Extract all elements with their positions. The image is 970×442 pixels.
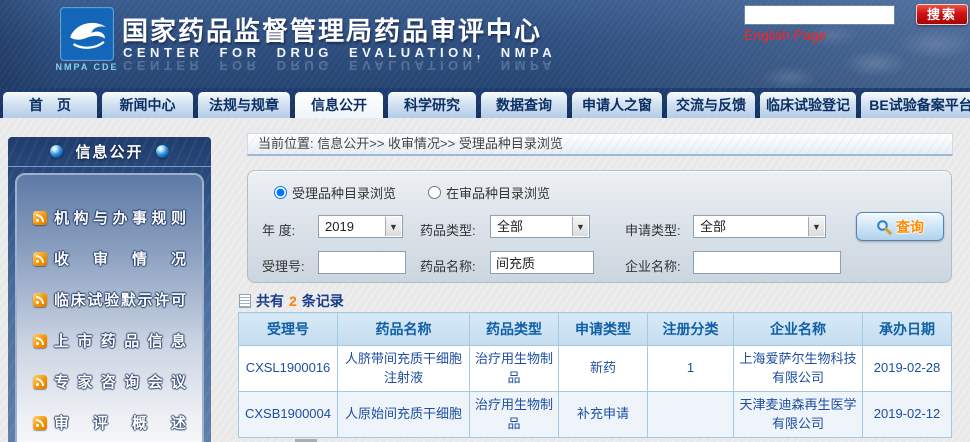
col-date: 承办日期 — [863, 313, 952, 346]
main-nav: 首 页 新闻中心 法规与规章 信息公开 科学研究 数据查询 申请人之窗 交流与反… — [0, 88, 970, 118]
table-cell: 上海爱萨尔生物科技有限公司 — [734, 346, 863, 392]
year-select[interactable]: 2019 ▼ — [318, 215, 403, 238]
rss-icon — [33, 293, 47, 307]
record-count-number: 2 — [289, 293, 297, 309]
company-name-input[interactable] — [693, 251, 841, 274]
col-acceptance-no: 受理号 — [239, 313, 338, 346]
company-name-label: 企业名称: — [625, 256, 681, 275]
swan-logo-icon — [60, 7, 114, 61]
table-cell: 2019-02-12 — [863, 392, 952, 438]
table-header-row: 受理号 药品名称 药品类型 申请类型 注册分类 企业名称 承办日期 — [239, 313, 952, 346]
sidebar-item-review-overview[interactable]: 审评概述 — [17, 402, 202, 442]
record-count-line: 共有 2 条记录 — [239, 291, 344, 311]
col-company: 企业名称 — [734, 313, 863, 346]
filter-row-inputs: 受理号: 药品名称: 企业名称: — [248, 251, 953, 279]
list-icon — [239, 294, 251, 308]
drug-name-label: 药品名称: — [420, 256, 476, 275]
col-apply-type: 申请类型 — [559, 313, 648, 346]
nmpa-cde-logo[interactable] — [60, 7, 114, 61]
radio-accepted-catalog[interactable]: 受理品种目录浏览 — [274, 183, 396, 202]
english-page-link[interactable]: English Page — [744, 27, 827, 43]
table-row: CXSB1900004 人原始间充质干细胞 治疗用生物制品 补充申请 天津麦迪森… — [239, 392, 952, 438]
tab-feedback[interactable]: 交流与反馈 — [667, 92, 755, 118]
table-cell — [648, 392, 734, 438]
col-drug-name: 药品名称 — [338, 313, 470, 346]
record-count-prefix: 共有 — [256, 291, 284, 311]
table-cell: 2019-02-28 — [863, 346, 952, 392]
catalog-mode-radios: 受理品种目录浏览 在审品种目录浏览 — [274, 183, 550, 202]
site-title-en: CENTER FOR DRUG EVALUATION, NMPA — [123, 45, 556, 60]
sidebar-title: 信息公开 — [75, 141, 143, 162]
table-cell: 天津麦迪森再生医学有限公司 — [734, 392, 863, 438]
radio-under-review-catalog-input[interactable] — [428, 186, 441, 199]
caret-down-icon: ▼ — [385, 217, 401, 236]
sidebar-item-marketed-drugs[interactable]: 上市药品信息 — [17, 320, 202, 361]
tab-science[interactable]: 科学研究 — [388, 92, 476, 118]
sidebar-item-expert-meetings[interactable]: 专家咨询会议 — [17, 361, 202, 402]
table-cell: CXSB1900004 — [239, 392, 338, 438]
site-title-en-reflection: CENTER FOR DRUG EVALUATION, NMPA — [123, 59, 556, 73]
magnifier-icon — [876, 219, 892, 235]
filter-panel: 受理品种目录浏览 在审品种目录浏览 年 度: 2019 ▼ 药品类型: 全部 ▼… — [247, 170, 952, 283]
search-input[interactable] — [744, 5, 895, 25]
site-header: NMPA CDE 国家药品监督管理局药品审评中心 CENTER FOR DRUG… — [0, 0, 970, 88]
col-drug-type: 药品类型 — [470, 313, 559, 346]
rss-icon — [33, 211, 47, 225]
radio-accepted-catalog-input[interactable] — [274, 186, 287, 199]
drug-type-select[interactable]: 全部 ▼ — [490, 215, 590, 238]
apply-type-label: 申请类型: — [625, 220, 681, 239]
sidebar-header: 信息公开 — [8, 137, 211, 167]
table-row: CXSL1900016 人脐带间充质干细胞注射液 治疗用生物制品 新药 1 上海… — [239, 346, 952, 392]
drug-type-label: 药品类型: — [420, 220, 476, 239]
apply-type-select[interactable]: 全部 ▼ — [693, 215, 826, 238]
rss-icon — [33, 416, 47, 430]
sidebar-item-acceptance-review[interactable]: 收审情况 — [17, 238, 202, 279]
radio-under-review-catalog[interactable]: 在审品种目录浏览 — [428, 183, 550, 202]
acceptance-no-input[interactable] — [318, 251, 406, 274]
table-cell: 治疗用生物制品 — [470, 392, 559, 438]
rss-icon — [33, 334, 47, 348]
table-cell: 治疗用生物制品 — [470, 346, 559, 392]
site-title-cn: 国家药品监督管理局药品审评中心 — [122, 11, 542, 48]
breadcrumb: 当前位置: 信息公开>> 收审情况>> 受理品种目录浏览 — [247, 133, 953, 156]
tab-applicant-window[interactable]: 申请人之窗 — [572, 92, 662, 118]
acceptance-no-label: 受理号: — [262, 256, 305, 275]
page: NMPA CDE 国家药品监督管理局药品审评中心 CENTER FOR DRUG… — [0, 0, 970, 442]
table-cell: 补充申请 — [559, 392, 648, 438]
tab-home[interactable]: 首 页 — [3, 92, 97, 118]
tab-data-query[interactable]: 数据查询 — [481, 92, 567, 118]
results-table: 受理号 药品名称 药品类型 申请类型 注册分类 企业名称 承办日期 CXSL19… — [238, 312, 952, 438]
filter-row-selects: 年 度: 2019 ▼ 药品类型: 全部 ▼ 申请类型: 全部 ▼ 查询 — [248, 215, 953, 243]
tab-info-disclosure[interactable]: 信息公开 — [295, 92, 383, 118]
sidebar-item-org-rules[interactable]: 机构与办事规则 — [17, 197, 202, 238]
col-reg-class: 注册分类 — [648, 313, 734, 346]
caret-down-icon: ▼ — [808, 217, 824, 236]
caret-down-icon: ▼ — [572, 217, 588, 236]
sphere-icon — [156, 145, 169, 158]
table-cell: 新药 — [559, 346, 648, 392]
record-count-suffix: 条记录 — [302, 291, 344, 311]
table-cell: 人原始间充质干细胞 — [338, 392, 470, 438]
year-label: 年 度: — [262, 220, 295, 239]
tab-news[interactable]: 新闻中心 — [102, 92, 193, 118]
tab-clinical-trial-registry[interactable]: 临床试验登记 — [760, 92, 856, 118]
sidebar-item-clinical-trial-license[interactable]: 临床试验默示许可 — [17, 279, 202, 320]
sidebar: 信息公开 机构与办事规则 收审情况 临床试验默示许可 上市药品信息 专 — [8, 137, 211, 442]
table-cell: 1 — [648, 346, 734, 392]
table-cell: CXSL1900016 — [239, 346, 338, 392]
rss-icon — [33, 252, 47, 266]
tab-regulations[interactable]: 法规与规章 — [198, 92, 290, 118]
sidebar-menu: 机构与办事规则 收审情况 临床试验默示许可 上市药品信息 专家咨询会议 审评概述 — [15, 173, 204, 442]
query-button[interactable]: 查询 — [856, 212, 944, 241]
search-button[interactable]: 搜索 — [916, 4, 968, 25]
tab-be-trial-platform[interactable]: BE试验备案平台 — [861, 92, 970, 118]
sphere-icon — [50, 145, 63, 158]
drug-name-input[interactable] — [490, 251, 594, 274]
rss-icon — [33, 375, 47, 389]
logo-caption: NMPA CDE — [44, 62, 130, 72]
table-cell: 人脐带间充质干细胞注射液 — [338, 346, 470, 392]
